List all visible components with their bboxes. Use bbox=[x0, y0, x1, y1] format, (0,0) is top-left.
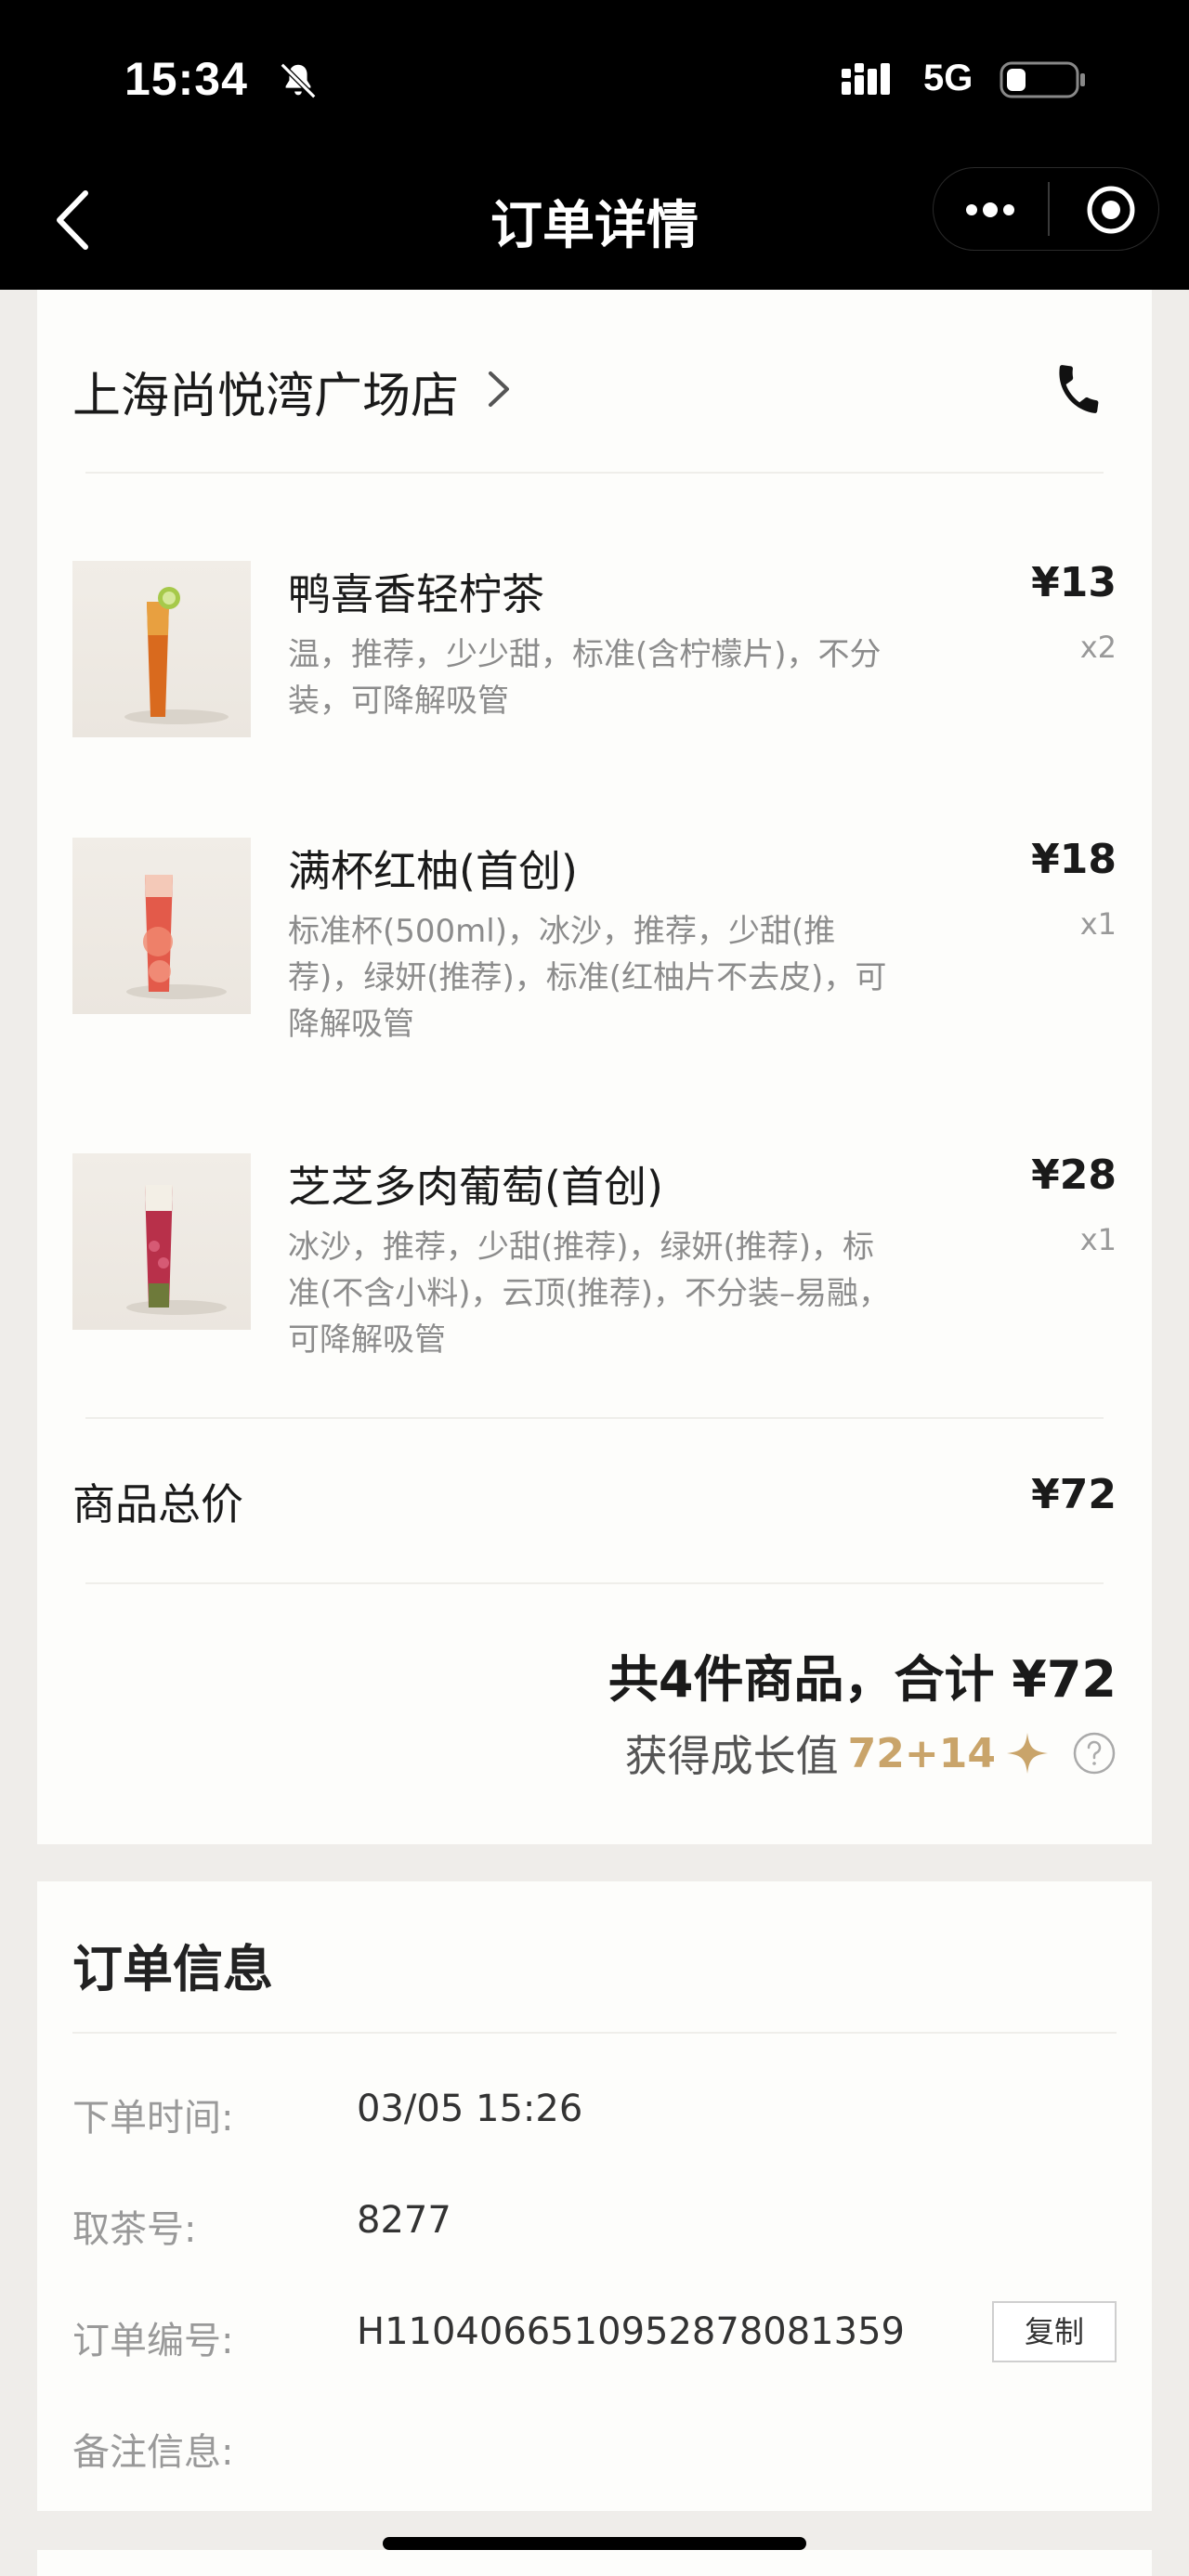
divider bbox=[85, 472, 1104, 474]
pickup-number-value: 8277 bbox=[357, 2199, 451, 2242]
growth-points-row: 获得成长值 72+14 bbox=[625, 1725, 1117, 1781]
bell-muted-icon bbox=[280, 62, 317, 99]
divider bbox=[85, 1582, 1104, 1584]
order-item[interactable]: 满杯红柚(首创) 标准杯(500ml)，冰沙，推荐，少甜(推荐)，绿妍(推荐)，… bbox=[72, 836, 1117, 1070]
capsule-divider bbox=[1048, 182, 1050, 236]
order-card: 上海尚悦湾广场店 鸭喜香轻柠茶 温，推荐，少少甜，标准(含柠檬片)，不分装，可降… bbox=[37, 290, 1152, 1844]
next-card bbox=[37, 2550, 1152, 2576]
item-name: 鸭喜香轻柠茶 bbox=[288, 569, 544, 619]
item-image bbox=[72, 561, 251, 737]
phone-icon[interactable] bbox=[1050, 360, 1107, 418]
divider bbox=[85, 1417, 1104, 1419]
network-label: 5G bbox=[923, 58, 973, 98]
top-bar: 15:34 5G 订单详情 bbox=[0, 0, 1189, 290]
subtotal-label: 商品总价 bbox=[72, 1479, 243, 1529]
item-image bbox=[72, 838, 251, 1014]
battery-icon bbox=[1000, 61, 1085, 98]
help-icon[interactable] bbox=[1072, 1731, 1117, 1776]
info-label: 备注信息: bbox=[72, 2431, 234, 2474]
item-price: ¥28 bbox=[1031, 1151, 1117, 1199]
chevron-right-icon[interactable] bbox=[485, 366, 513, 412]
item-image bbox=[72, 1153, 251, 1330]
store-name[interactable]: 上海尚悦湾广场店 bbox=[72, 357, 459, 426]
order-info-title: 订单信息 bbox=[72, 1940, 273, 1998]
item-price: ¥13 bbox=[1031, 559, 1117, 606]
remarks-row: 备注信息: bbox=[72, 2422, 1117, 2478]
item-options: 温，推荐，少少甜，标准(含柠檬片)，不分装，可降解吸管 bbox=[288, 636, 882, 720]
order-number-value: H1104066510952878081359 bbox=[357, 2310, 905, 2353]
order-item[interactable]: 鸭喜香轻柠茶 温，推荐，少少甜，标准(含柠檬片)，不分装，可降解吸管 ¥13 x… bbox=[72, 559, 1117, 747]
sparkle-icon bbox=[1007, 1733, 1048, 1774]
growth-label: 获得成长值 bbox=[624, 1731, 839, 1781]
status-time: 15:34 bbox=[124, 53, 248, 105]
item-quantity: x1 bbox=[1079, 906, 1117, 942]
item-options: 标准杯(500ml)，冰沙，推荐，少甜(推荐)，绿妍(推荐)，标准(红柚片不去皮… bbox=[288, 913, 887, 1043]
item-name: 满杯红柚(首创) bbox=[288, 846, 578, 896]
order-info-card: 订单信息 下单时间: 03/05 15:26 取茶号: 8277 订单编号: H… bbox=[37, 1881, 1152, 2511]
divider bbox=[72, 2032, 1117, 2034]
growth-value: 72+14 bbox=[847, 1729, 996, 1777]
info-label: 下单时间: bbox=[72, 2097, 234, 2140]
more-dots-icon[interactable] bbox=[960, 191, 1020, 228]
item-price: ¥18 bbox=[1031, 836, 1117, 883]
order-time-row: 下单时间: 03/05 15:26 bbox=[72, 2088, 1117, 2143]
home-indicator bbox=[383, 2537, 806, 2550]
order-total: 共4件商品，合计 ¥72 bbox=[608, 1650, 1117, 1709]
pickup-number-row: 取茶号: 8277 bbox=[72, 2199, 1117, 2255]
order-time-value: 03/05 15:26 bbox=[357, 2088, 583, 2130]
order-number-row: 订单编号: H1104066510952878081359 复制 bbox=[72, 2301, 1117, 2366]
subtotal-value: ¥72 bbox=[1031, 1471, 1117, 1518]
item-quantity: x2 bbox=[1079, 630, 1117, 665]
copy-button[interactable]: 复制 bbox=[992, 2301, 1117, 2362]
item-quantity: x1 bbox=[1079, 1222, 1117, 1257]
item-name: 芝芝多肉葡萄(首创) bbox=[288, 1162, 663, 1212]
info-label: 订单编号: bbox=[72, 2320, 234, 2362]
info-label: 取茶号: bbox=[72, 2208, 197, 2251]
item-options: 冰沙，推荐，少甜(推荐)，绿妍(推荐)，标准(不含小料)，云顶(推荐)，不分装–… bbox=[288, 1229, 891, 1359]
close-target-icon[interactable] bbox=[1085, 184, 1137, 236]
signal-icon bbox=[842, 63, 890, 95]
order-item[interactable]: 芝芝多肉葡萄(首创) 冰沙，推荐，少甜(推荐)，绿妍(推荐)，标准(不含小料)，… bbox=[72, 1151, 1117, 1386]
